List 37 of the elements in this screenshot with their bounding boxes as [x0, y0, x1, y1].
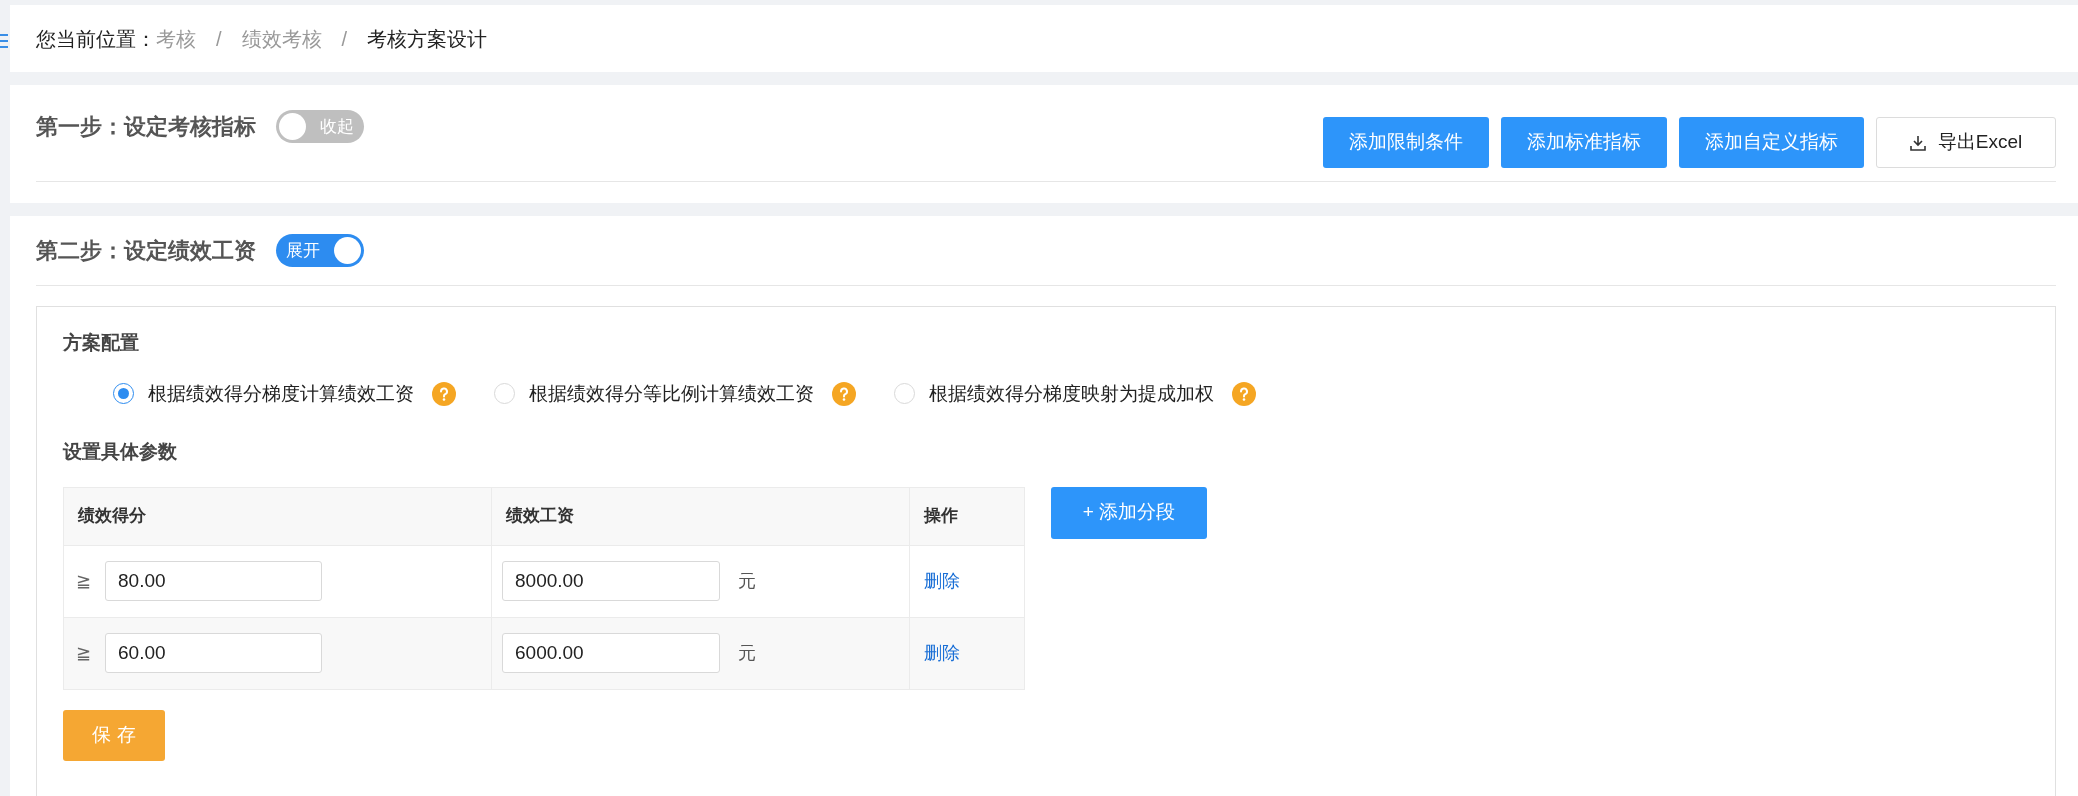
radio-option[interactable]: 根据绩效得分梯度映射为提成加权 [894, 379, 1214, 408]
breadcrumb-item[interactable]: 绩效考核 [241, 23, 322, 54]
help-icon[interactable] [432, 381, 456, 406]
section-title: 设置具体参数 [63, 440, 177, 464]
menu-icon[interactable] [0, 34, 8, 48]
add-button[interactable]: 添加标准指标 [1501, 117, 1667, 168]
unit-label: 元 [738, 569, 756, 593]
delete-link[interactable]: 删除 [924, 570, 960, 591]
breadcrumb-item[interactable]: 考核方案设计 [367, 23, 488, 54]
export-button[interactable]: 导出Excel [1876, 117, 2056, 168]
comparison-symbol: ≧ [76, 641, 91, 665]
column-header: 操作 [909, 487, 1025, 545]
add-button[interactable]: 添加自定义指标 [1679, 117, 1864, 168]
breadcrumb-separator: / [215, 26, 223, 52]
unit-label: 元 [738, 641, 756, 665]
location-label: 您当前位置： [36, 26, 156, 52]
step-title: 第二步：设定绩效工资 [36, 237, 256, 265]
breadcrumb-separator: / [340, 26, 349, 52]
breadcrumb-item[interactable]: 考核 [156, 23, 196, 54]
score-input[interactable]: 60.00 [105, 633, 322, 673]
toggle-switch[interactable]: 展开 [276, 234, 364, 267]
radio-option[interactable]: 根据绩效得分等比例计算绩效工资 [494, 379, 814, 408]
help-icon[interactable] [832, 381, 856, 406]
section-title: 方案配置 [63, 331, 139, 355]
radio-option[interactable]: 根据绩效得分梯度计算绩效工资 [113, 379, 414, 408]
help-icon[interactable] [1232, 381, 1256, 406]
score-input[interactable]: 80.00 [105, 561, 322, 601]
comparison-symbol: ≧ [76, 569, 91, 593]
download-icon [1909, 134, 1926, 151]
salary-input[interactable]: 6000.00 [502, 633, 720, 673]
column-header: 绩效工资 [491, 487, 910, 545]
add-button[interactable]: 添加限制条件 [1323, 117, 1489, 168]
salary-input[interactable]: 8000.00 [502, 561, 720, 601]
step-title: 第一步：设定考核指标 [36, 113, 256, 141]
delete-link[interactable]: 删除 [924, 642, 960, 663]
column-header: 绩效得分 [63, 487, 492, 545]
add-segment-button[interactable]: + 添加分段 [1051, 486, 1207, 539]
